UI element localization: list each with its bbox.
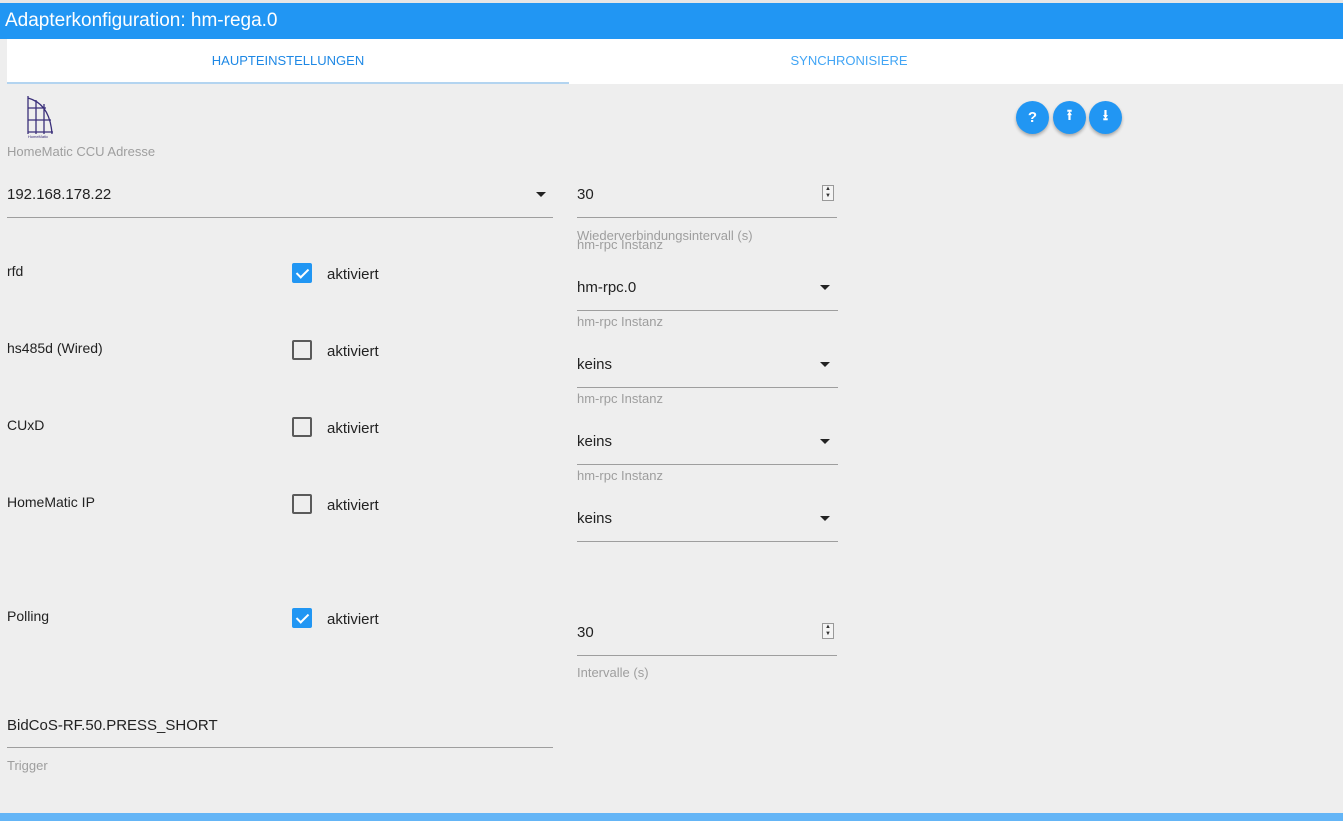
chevron-down-icon [820,285,830,290]
instance-label: hm-rpc Instanz [577,468,663,483]
upload-icon: ⭱ [1066,107,1073,124]
upload-button[interactable]: ⭱ [1053,101,1086,134]
help-button[interactable]: ? [1016,101,1049,134]
chevron-down-icon [820,362,830,367]
instance-label: hm-rpc Instanz [577,237,663,252]
instance-select[interactable]: keins [577,350,838,388]
download-button[interactable]: ⭳ [1089,101,1122,134]
checkbox-label: aktiviert [327,266,379,283]
instance-select[interactable]: keins [577,427,838,465]
tab-main-settings[interactable]: HAUPTEINSTELLUNGEN [7,39,569,84]
polling-checkbox[interactable] [292,608,312,628]
row-label: rfd [7,263,24,279]
trigger-value: BidCoS-RF.50.PRESS_SHORT [7,717,218,734]
number-spinner[interactable]: ▲ ▼ [822,185,834,201]
tab-bar: HAUPTEINSTELLUNGEN SYNCHRONISIERE [7,39,1343,84]
polling-checkbox-label: aktiviert [327,611,379,628]
row-label: HomeMatic IP [7,494,95,510]
ccu-address-value: 192.168.178.22 [7,186,112,203]
ccu-address-select[interactable]: 192.168.178.22 [7,180,553,218]
checkbox-label: aktiviert [327,420,379,437]
polling-label: Polling [7,608,50,624]
row-label: CUxD [7,417,45,433]
help-icon: ? [1027,109,1038,126]
checkbox-label: aktiviert [327,343,379,360]
checkbox-label: aktiviert [327,497,379,514]
reconnect-interval-input[interactable]: 30 ▲ ▼ [577,180,837,218]
window-title: Adapterkonfiguration: hm-rega.0 [0,3,1343,39]
trigger-label: Trigger [7,758,48,773]
download-icon: ⭳ [1102,107,1109,124]
reconnect-value: 30 [577,186,594,203]
polling-interval-label: Intervalle (s) [577,665,649,680]
chevron-down-icon [536,192,546,197]
homematic-logo: HomeMatic [20,94,56,140]
instance-value: keins [577,510,613,527]
chevron-down-icon [820,439,830,444]
enable-checkbox[interactable] [292,340,312,360]
svg-text:HomeMatic: HomeMatic [28,134,48,139]
tab-sync[interactable]: SYNCHRONISIERE [569,39,1129,84]
instance-label: hm-rpc Instanz [577,314,663,329]
instance-value: keins [577,433,613,450]
ccu-address-label: HomeMatic CCU Adresse [7,144,156,159]
row-label: hs485d (Wired) [7,340,103,356]
instance-label: hm-rpc Instanz [577,391,663,406]
trigger-input[interactable]: BidCoS-RF.50.PRESS_SHORT [7,711,553,749]
instance-select[interactable]: keins [577,504,838,542]
enable-checkbox[interactable] [292,417,312,437]
polling-interval-value: 30 [577,624,594,641]
enable-checkbox[interactable] [292,494,312,514]
enable-checkbox[interactable] [292,263,312,283]
chevron-down-icon [820,516,830,521]
instance-value: keins [577,356,613,373]
instance-value: hm-rpc.0 [577,279,637,296]
number-spinner[interactable]: ▲ ▼ [822,623,834,639]
bottom-bar [0,813,1343,821]
instance-select[interactable]: hm-rpc.0 [577,273,838,311]
polling-interval-input[interactable]: 30 ▲ ▼ [577,618,837,656]
